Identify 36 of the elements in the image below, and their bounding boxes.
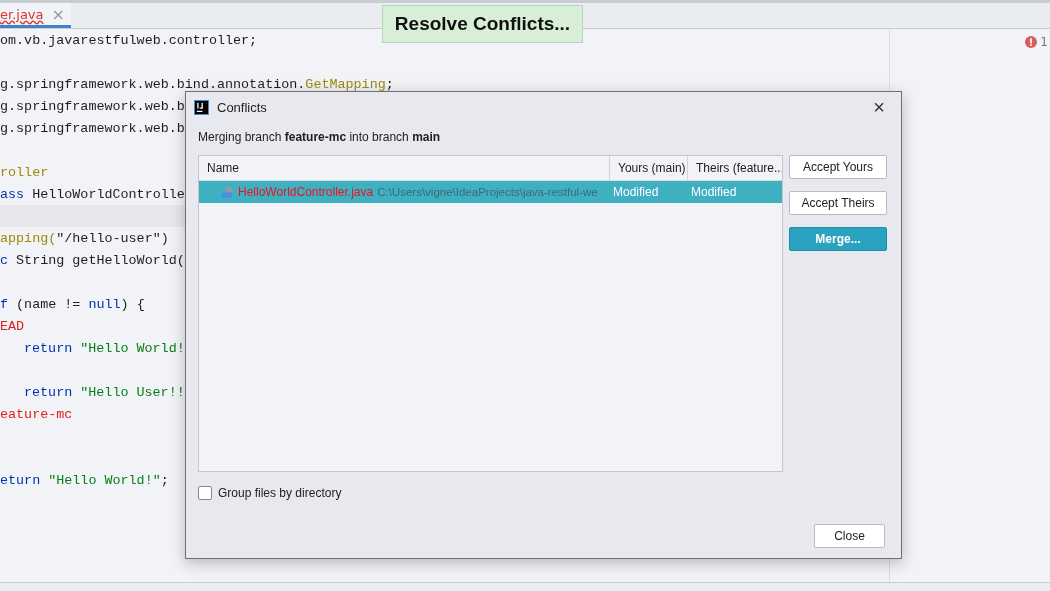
code-line: f (name != null) { xyxy=(0,296,145,312)
code-line: return "Hello World! xyxy=(24,340,185,356)
close-button[interactable]: Close xyxy=(814,524,885,548)
code-line: apping("/hello-user") xyxy=(0,230,169,246)
checkbox-label: Group files by directory xyxy=(218,486,342,500)
table-cell-text: Modified xyxy=(690,185,738,199)
code-line: roller xyxy=(0,164,49,180)
code-line: c String getHelloWorld( xyxy=(0,252,185,268)
column-header[interactable]: Theirs (feature... xyxy=(688,156,782,180)
file-name: HelloWorldController.java xyxy=(238,185,374,199)
tooltip: Resolve Conflicts... xyxy=(382,5,583,43)
code-line: g.springframework.web.b xyxy=(0,120,185,136)
checkbox[interactable] xyxy=(198,486,212,500)
file-path: C:\Users\vigne\IdeaProjects\java-restful-we xyxy=(377,186,598,198)
editor-tab[interactable]: er.java × xyxy=(0,3,71,28)
code-line: g.springframework.web.b xyxy=(0,98,185,114)
action-button[interactable]: Accept Theirs xyxy=(789,191,887,215)
code-line: return "Hello User!! xyxy=(24,384,185,400)
close-icon[interactable]: × xyxy=(873,95,893,119)
code-line: g.springframework.web.bind.annotation.GetMapping; xyxy=(0,76,394,92)
column-header[interactable]: Name xyxy=(199,156,610,180)
java-file-icon xyxy=(221,185,234,199)
dialog-title: Conflicts xyxy=(217,99,268,115)
code-line: om.vb.javarestfulweb.controller; xyxy=(0,32,258,48)
table-cell-text: Modified xyxy=(612,185,660,199)
code-line: eturn "Hello World!"; xyxy=(0,472,169,488)
code-line: EAD xyxy=(0,318,25,334)
merge-message: Merging branch feature-mc into branch main xyxy=(198,130,442,144)
code-line: ass HelloWorldControlle xyxy=(0,186,185,202)
error-icon[interactable] xyxy=(1025,36,1038,48)
action-button[interactable]: Accept Yours xyxy=(789,155,887,179)
column-header[interactable]: Yours (main) xyxy=(610,156,688,180)
tab-label: er.java xyxy=(0,6,44,22)
code-line: eature-mc xyxy=(0,406,73,422)
app-logo-icon xyxy=(194,99,209,115)
error-count: 1 xyxy=(1040,35,1048,49)
